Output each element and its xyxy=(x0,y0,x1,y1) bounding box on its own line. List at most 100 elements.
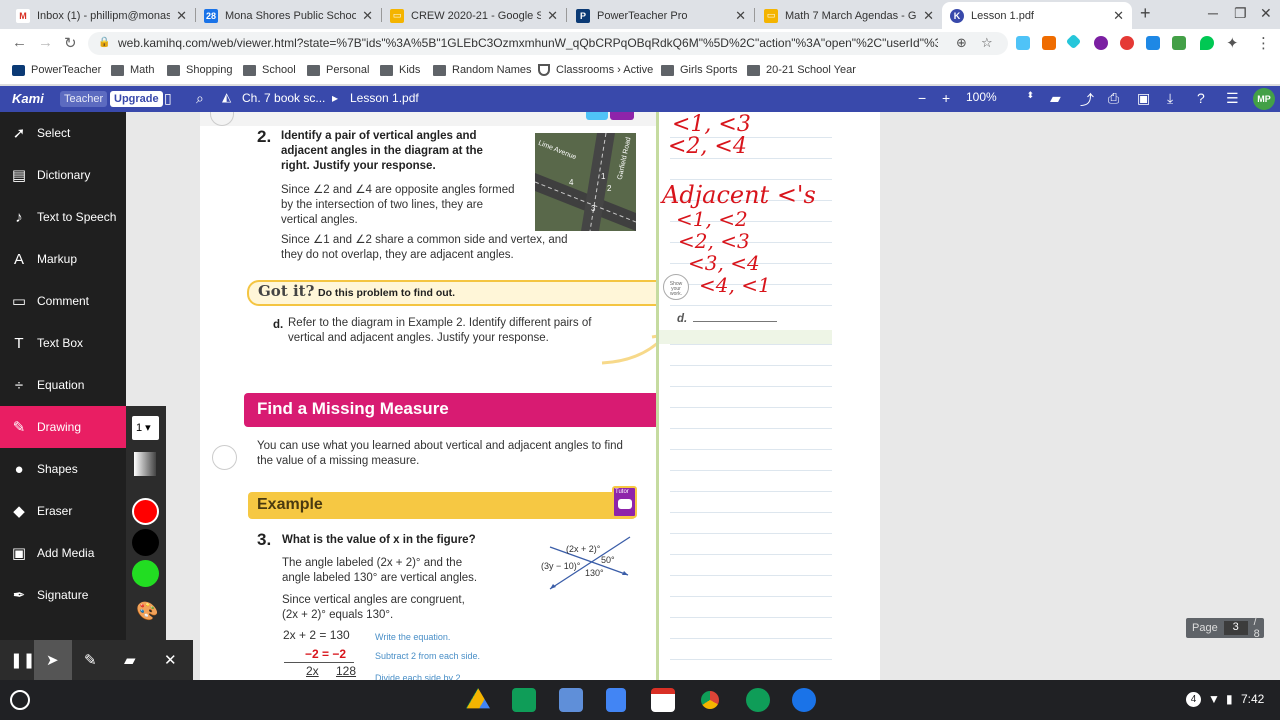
tutor-button[interactable]: Tutor xyxy=(612,486,637,518)
omnibox[interactable]: 🔒 web.kamihq.com/web/viewer.html?state=%… xyxy=(88,32,1008,55)
help-icon[interactable]: ? xyxy=(1197,90,1205,106)
bookmark-random-names[interactable]: Random Names xyxy=(433,64,531,76)
tool-select[interactable]: ➚ Select xyxy=(0,112,126,154)
tool-drawing[interactable]: ✎ Drawing xyxy=(0,406,126,448)
hangouts-icon[interactable] xyxy=(746,688,770,712)
hamburger-menu-icon[interactable]: ☰ xyxy=(1226,90,1239,107)
handwriting-adjacent-4[interactable]: <4, <1 xyxy=(699,274,771,296)
google-drive-icon[interactable] xyxy=(466,688,490,709)
bookmark-school-year[interactable]: 20-21 School Year xyxy=(747,64,856,76)
tool-equation[interactable]: ÷ Equation xyxy=(0,364,126,406)
wifi-icon[interactable]: ▼ xyxy=(1208,692,1220,706)
palette-icon[interactable]: 🎨 xyxy=(136,601,158,622)
sidebar-toggle-icon[interactable]: ▯ xyxy=(164,90,172,107)
close-icon[interactable]: ✕ xyxy=(176,8,187,24)
forward-icon[interactable]: → xyxy=(38,34,53,51)
files-icon[interactable] xyxy=(792,688,816,712)
launcher-icon[interactable] xyxy=(10,690,30,710)
bookmark-school[interactable]: School xyxy=(243,64,296,76)
extension-icon[interactable] xyxy=(1016,36,1030,50)
minimize-icon[interactable]: ─ xyxy=(1208,5,1218,21)
tool-add-media[interactable]: ▣ Add Media xyxy=(0,532,126,574)
tab-math7-agendas[interactable]: ▭ Math 7 March Agendas - Goog ✕ xyxy=(756,2,942,29)
share-icon[interactable]: ⤴ xyxy=(1080,90,1094,110)
notification-badge[interactable]: 4 xyxy=(1186,692,1201,707)
google-docs-icon[interactable] xyxy=(606,688,626,712)
reload-icon[interactable]: ↻ xyxy=(64,34,77,52)
gmail-icon[interactable] xyxy=(651,688,675,712)
close-icon[interactable]: ✕ xyxy=(547,8,558,24)
tool-shapes[interactable]: ● Shapes xyxy=(0,448,126,490)
close-icon[interactable]: ✕ xyxy=(735,8,746,24)
pointer-icon[interactable]: ➤ xyxy=(46,651,59,669)
extension-icon[interactable] xyxy=(1146,36,1160,50)
handwriting-vertical-2[interactable]: <2, <4 xyxy=(668,135,747,159)
extension-icon[interactable] xyxy=(1200,36,1214,50)
tool-markup[interactable]: A Markup xyxy=(0,238,126,280)
close-icon[interactable]: ✕ xyxy=(1113,8,1124,24)
page-number-input[interactable]: 3 xyxy=(1223,621,1248,635)
bookmark-girls-sports[interactable]: Girls Sports xyxy=(661,64,737,76)
breadcrumb-folder[interactable]: Ch. 7 book sc... xyxy=(242,91,325,105)
add-icon[interactable]: ⊕ xyxy=(956,35,967,51)
battery-icon[interactable]: ▮ xyxy=(1226,692,1233,706)
maximize-icon[interactable]: ❐ xyxy=(1234,5,1247,22)
bookmark-shopping[interactable]: Shopping xyxy=(167,64,233,76)
puzzle-icon[interactable]: ✦ xyxy=(1226,34,1239,52)
extension-icon[interactable] xyxy=(1042,36,1056,50)
save-icon[interactable]: ▣ xyxy=(1137,90,1150,107)
color-swatch-red[interactable] xyxy=(132,498,159,525)
tab-gmail[interactable]: M Inbox (1) - phillipm@monashores ✕ xyxy=(8,2,195,29)
tool-signature[interactable]: ✒ Signature xyxy=(0,574,126,616)
color-swatch-black[interactable] xyxy=(132,529,159,556)
close-icon[interactable]: ✕ xyxy=(923,8,934,24)
tool-dictionary[interactable]: ▤ Dictionary xyxy=(0,154,126,196)
stroke-size-select[interactable]: 1 ▾ xyxy=(132,416,159,440)
close-icon[interactable]: ✕ xyxy=(164,651,177,669)
zoom-in-icon[interactable]: + xyxy=(942,90,950,106)
star-icon[interactable]: ☆ xyxy=(981,35,993,51)
pencil-icon[interactable]: ✎ xyxy=(84,651,97,669)
handwriting-adjacent-1[interactable]: <1, <2 xyxy=(676,208,748,230)
screen-cast-icon[interactable] xyxy=(559,688,583,712)
tool-text-box[interactable]: T Text Box xyxy=(0,322,126,364)
google-classroom-icon[interactable] xyxy=(512,688,536,712)
close-icon[interactable]: ✕ xyxy=(362,8,373,24)
tab-lesson1-pdf[interactable]: K Lesson 1.pdf ✕ xyxy=(942,2,1132,29)
zoom-select[interactable]: 100% ⬍ xyxy=(962,90,1038,108)
bookmark-personal[interactable]: Personal xyxy=(307,64,369,76)
tool-text-to-speech[interactable]: ♪ Text to Speech xyxy=(0,196,126,238)
extension-icon[interactable] xyxy=(1065,33,1082,50)
bookmark-kids[interactable]: Kids xyxy=(380,64,420,76)
highlighter-icon[interactable]: ▰ xyxy=(124,651,136,669)
print-icon[interactable]: ⎙ xyxy=(1108,90,1119,107)
tab-powerteacher[interactable]: P PowerTeacher Pro ✕ xyxy=(568,2,754,29)
opacity-slider[interactable] xyxy=(134,452,156,476)
extension-icon[interactable] xyxy=(1120,36,1134,50)
menu-dots-icon[interactable]: ⋮ xyxy=(1256,34,1271,52)
handwriting-adjacent-3[interactable]: <3, <4 xyxy=(688,252,760,274)
clock[interactable]: 7:42 xyxy=(1241,692,1264,706)
new-tab-icon[interactable]: + xyxy=(1140,3,1151,24)
bookmark-powerteacher[interactable]: PowerTeacher xyxy=(12,64,101,76)
zoom-out-icon[interactable]: − xyxy=(918,90,926,106)
search-icon[interactable]: ⌕ xyxy=(196,90,204,107)
avatar[interactable]: MP xyxy=(1253,88,1275,110)
download-icon[interactable]: ⤓ xyxy=(1167,90,1173,107)
breadcrumb-file[interactable]: Lesson 1.pdf xyxy=(350,91,419,105)
url-text[interactable]: web.kamihq.com/web/viewer.html?state=%7B… xyxy=(118,36,938,50)
bookmark-classrooms[interactable]: Classrooms › Active xyxy=(538,64,653,76)
window-close-icon[interactable]: ✕ xyxy=(1260,5,1272,22)
pause-icon[interactable]: ❚❚ xyxy=(10,651,35,669)
extension-icon[interactable] xyxy=(1094,36,1108,50)
tab-mona-shores[interactable]: 28 Mona Shores Public Schools ✕ xyxy=(196,2,381,29)
chrome-icon[interactable] xyxy=(698,688,722,712)
handwriting-adjacent-2[interactable]: <2, <3 xyxy=(678,230,750,252)
extension-icon[interactable] xyxy=(1172,36,1186,50)
upgrade-button[interactable]: Upgrade xyxy=(110,91,163,107)
tool-comment[interactable]: ▭ Comment xyxy=(0,280,126,322)
handwriting-adjacent-title[interactable]: Adjacent <'s xyxy=(662,182,816,208)
folder-open-icon[interactable]: ▰ xyxy=(1050,90,1061,107)
color-swatch-green[interactable] xyxy=(132,560,159,587)
bookmark-math[interactable]: Math xyxy=(111,64,154,76)
